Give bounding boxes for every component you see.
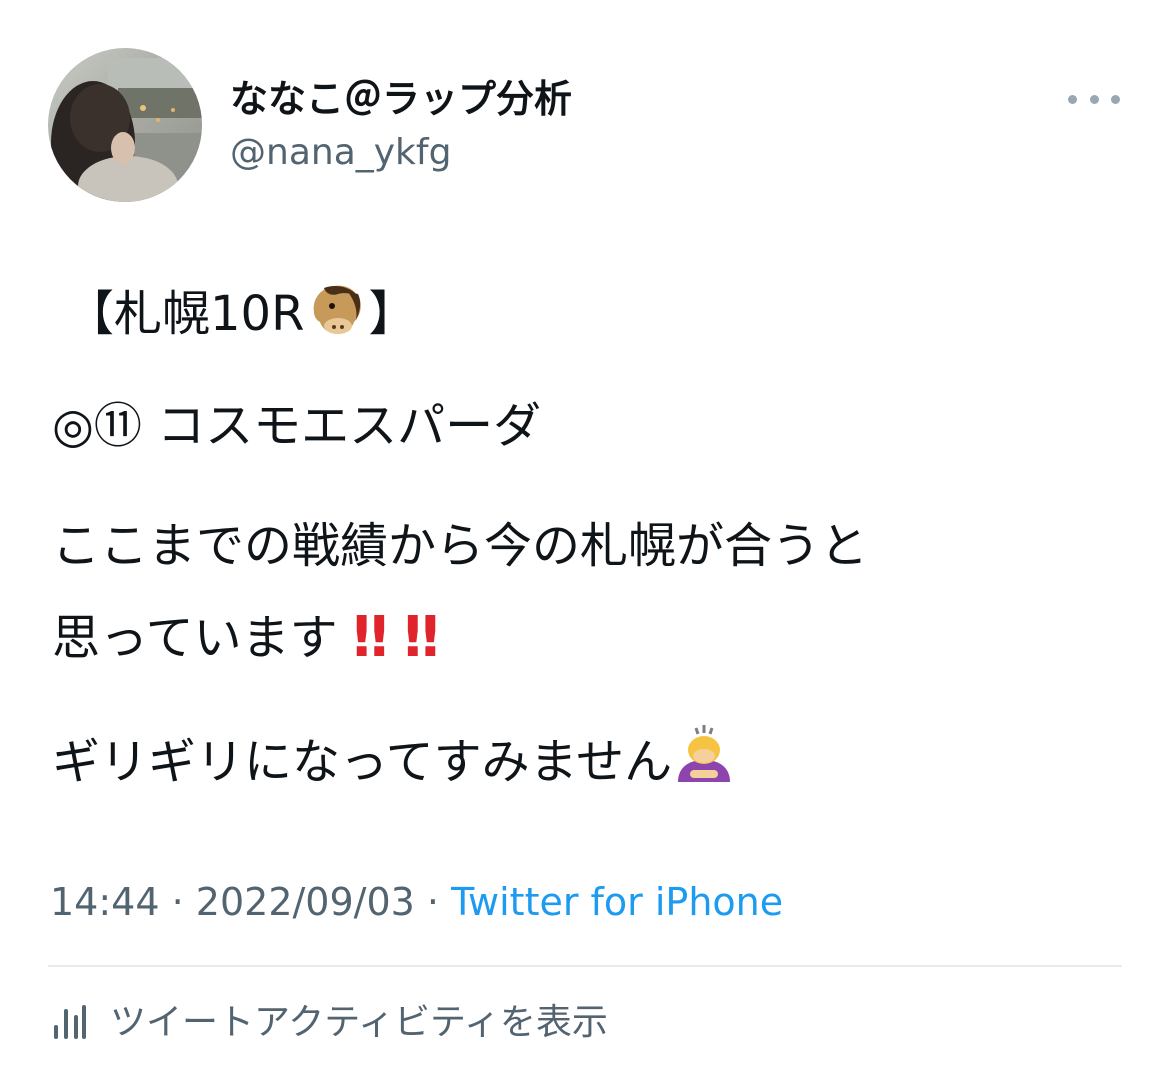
tweet-line-4-text: 思っています [52,610,338,666]
meta-separator: · [426,880,440,924]
tweet-activity-button[interactable]: ツイートアクティビティを表示 [50,998,608,1048]
tweet-meta: 14:44 · 2022/09/03 · Twitter for iPhone [50,876,783,928]
tweet-line-2: ◎⑪ コスモエスパーダ [52,398,542,454]
user-handle[interactable]: @nana_ykfg [230,130,451,176]
analytics-bars-icon [50,1001,88,1045]
tweet-line-4: 思っています ‼ ‼ [52,606,455,670]
dot [1111,94,1120,104]
divider [48,965,1122,967]
tweet-line-5: ギリギリになってすみません [52,722,736,802]
double-exclamation-emoji: ‼ [403,605,439,670]
tweet-date[interactable]: 2022/09/03 [196,880,415,924]
tweet-activity-label: ツイートアクティビティを表示 [110,1002,608,1043]
meta-separator: · [171,880,184,924]
tweet-line-1: 【札幌10R 】 [66,282,416,354]
horse-face-emoji [304,282,368,354]
double-exclamation-emoji: ‼ [352,605,388,670]
dot [1068,94,1077,104]
race-title: 【札幌10R [66,286,305,342]
display-name[interactable]: ななこ＠ラップ分析 [230,74,572,124]
tweet-source-link[interactable]: Twitter for iPhone [451,880,783,924]
race-title-end: 】 [368,286,417,342]
tweet-time[interactable]: 14:44 [50,880,160,924]
tweet-line-5-text: ギリギリになってすみません [52,734,673,790]
dot [1089,94,1099,104]
more-dots-icon[interactable] [1068,82,1120,116]
avatar-photo [48,48,202,202]
person-bowing-emoji [672,722,736,802]
tweet-line-3: ここまでの戦績から今の札幌が合うと [52,518,869,574]
avatar[interactable] [48,48,202,202]
